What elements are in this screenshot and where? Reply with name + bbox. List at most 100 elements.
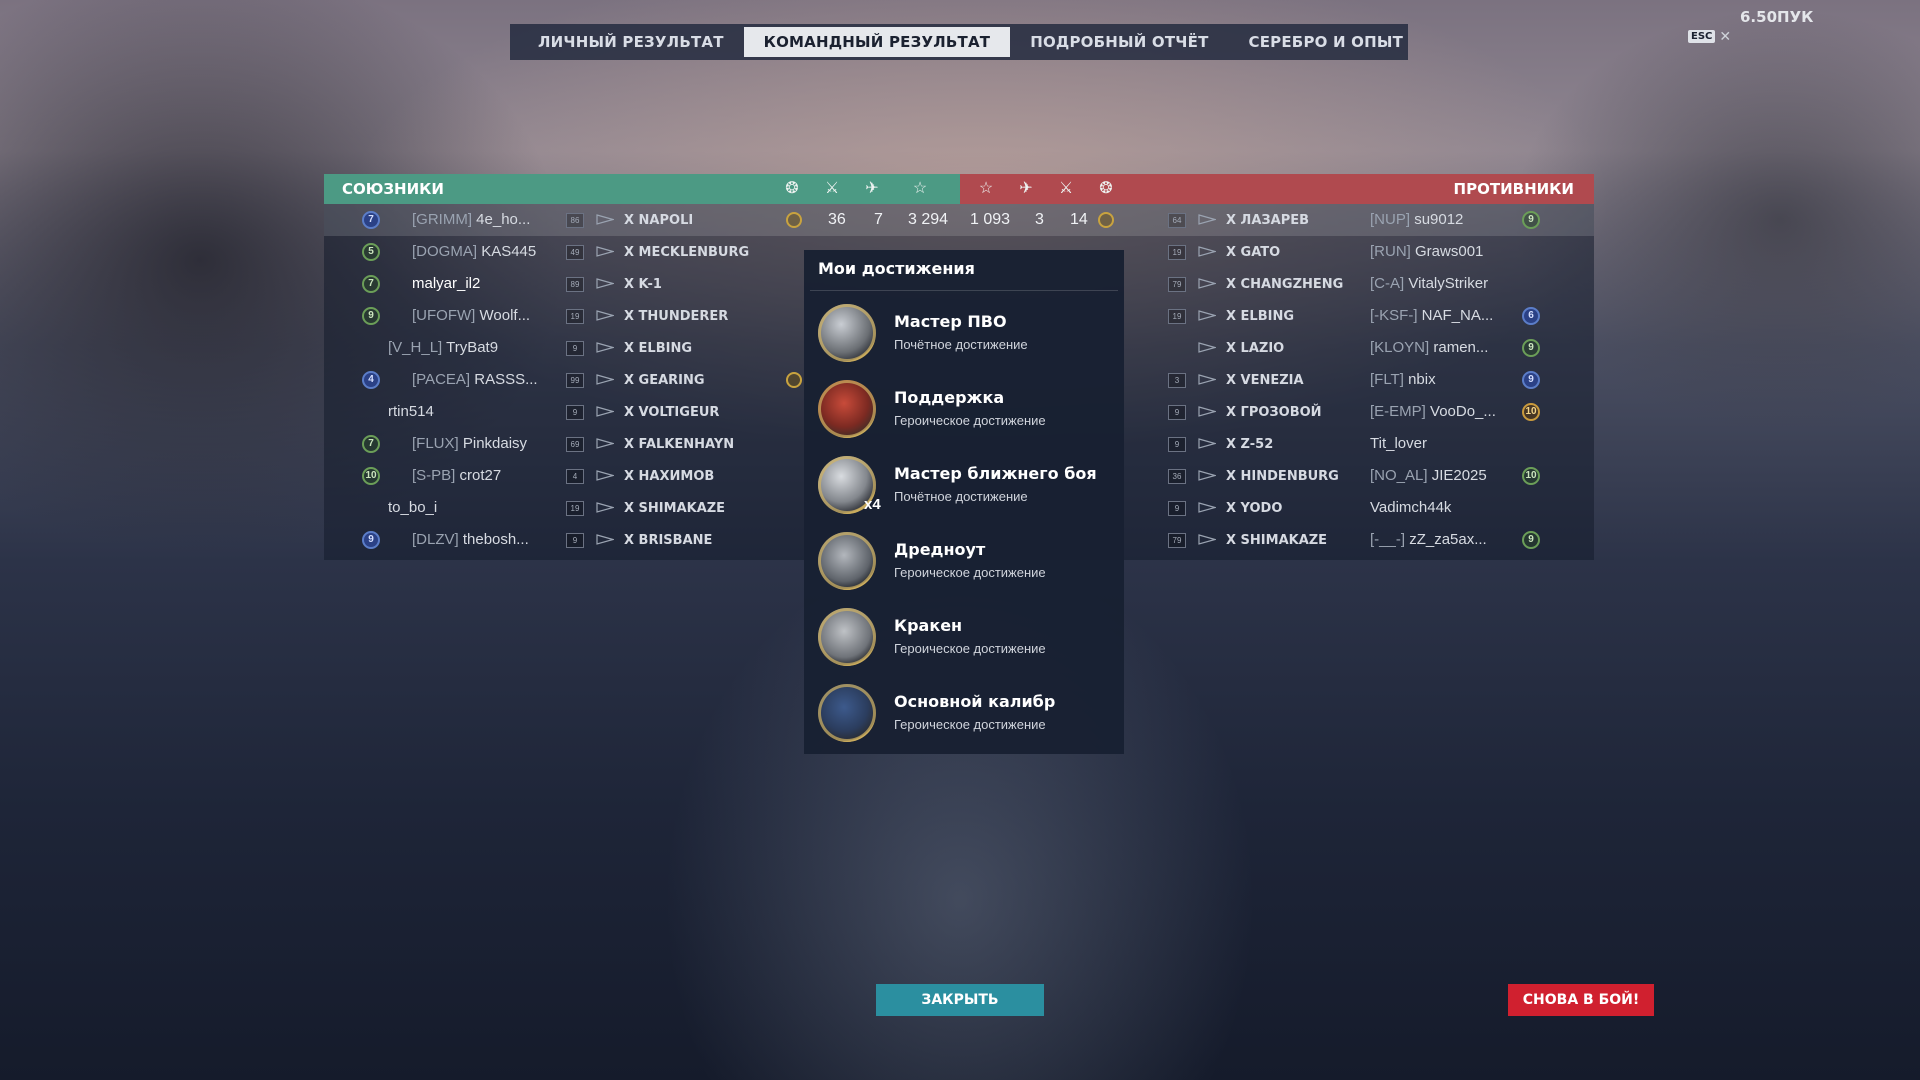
clan-tag: [V_H_L] — [388, 339, 443, 356]
ship-class-icon — [1198, 438, 1216, 449]
player-level-badge: 9 — [1168, 405, 1186, 420]
player-name[interactable]: [S-PB] crot27 — [412, 467, 501, 484]
star-icon[interactable]: ☆ — [976, 179, 996, 199]
plane-icon[interactable]: ✈ — [1016, 179, 1036, 199]
player-nickname: VooDo_... — [1430, 403, 1496, 420]
player-name[interactable]: [KLOYN] ramen... — [1370, 339, 1488, 356]
ship-name: X GATO — [1226, 245, 1281, 260]
player-name[interactable]: [GRIMM] 4e_ho... — [412, 211, 530, 228]
player-level-badge: 89 — [566, 277, 584, 292]
player-name[interactable]: [RUN] Graws001 — [1370, 243, 1483, 260]
crossed-swords-icon[interactable]: ⚔ — [1056, 179, 1076, 199]
clan-tag: [KLOYN] — [1370, 339, 1430, 356]
plane-icon[interactable]: ✈ — [862, 179, 882, 199]
player-nickname: nbix — [1408, 371, 1436, 388]
rank-badge: 4 — [362, 371, 380, 389]
player-name[interactable]: to_bo_i — [388, 499, 437, 516]
player-name[interactable]: Vadimch44k — [1370, 499, 1451, 516]
achievement-item[interactable]: Основной калибр Героическое достижение — [818, 682, 1118, 746]
allies-header: СОЮЗНИКИ ❂ ⚔ ✈ ☆ — [324, 174, 960, 204]
rank-badge: 5 — [362, 243, 380, 261]
player-name[interactable]: [E-EMP] VooDo_... — [1370, 403, 1496, 420]
achievement-type: Героическое достижение — [894, 717, 1046, 732]
rank-badge: 10 — [1522, 467, 1540, 485]
player-name[interactable]: malyar_il2 — [412, 275, 480, 292]
ship-name: X ГРОЗОВОЙ — [1226, 405, 1322, 420]
tab-credits-and-xp[interactable]: СЕРЕБРО И ОПЫТ — [1229, 27, 1424, 57]
star-icon[interactable]: ☆ — [910, 179, 930, 199]
achievement-item[interactable]: Поддержка Героическое достижение — [818, 378, 1118, 442]
player-name[interactable]: [NO_AL] JIE2025 — [1370, 467, 1487, 484]
achievement-name: Кракен — [894, 616, 963, 635]
achievement-count: x4 — [864, 496, 881, 513]
tab-personal-result[interactable]: ЛИЧНЫЙ РЕЗУЛЬТАТ — [518, 27, 744, 57]
player-name[interactable]: [FLUX] Pinkdaisy — [412, 435, 527, 452]
planes-value: 7 — [874, 211, 883, 228]
player-level-badge: 4 — [566, 469, 584, 484]
rank-badge: 7 — [362, 435, 380, 453]
ship-name: X CHANGZHENG — [1226, 277, 1344, 292]
achievement-item[interactable]: Мастер ПВО Почётное достижение — [818, 302, 1118, 366]
player-name[interactable]: rtin514 — [388, 403, 434, 420]
ship-class-icon — [1198, 310, 1216, 321]
player-level-badge: 3 — [1168, 373, 1186, 388]
battle-again-button[interactable]: СНОВА В БОЙ! — [1508, 984, 1654, 1016]
player-name[interactable]: [PACEA] RASSS... — [412, 371, 538, 388]
crossed-swords-icon[interactable]: ⚔ — [822, 179, 842, 199]
player-name[interactable]: [-__-] zZ_za5ax... — [1370, 531, 1487, 548]
ship-class-icon — [596, 470, 614, 481]
player-nickname: 4e_ho... — [476, 211, 531, 228]
rank-badge: 9 — [1522, 211, 1540, 229]
player-nickname: VitalyStriker — [1408, 275, 1489, 292]
rank-badge: 10 — [1522, 403, 1540, 421]
ship-name: X MECKLENBURG — [624, 245, 750, 260]
clan-tag: [UFOFW] — [412, 307, 476, 324]
achievement-name: Мастер ближнего боя — [894, 464, 1097, 483]
ship-name: X BRISBANE — [624, 533, 713, 548]
player-nickname: Graws001 — [1415, 243, 1484, 260]
player-level-badge: 79 — [1168, 277, 1186, 292]
esc-close[interactable]: ESC ✕ — [1688, 28, 1731, 45]
achievement-item[interactable]: Кракен Героическое достижение — [818, 606, 1118, 670]
ship-name: X Z-52 — [1226, 437, 1274, 452]
clan-tag: [NUP] — [1370, 211, 1411, 228]
ship-class-icon — [596, 374, 614, 385]
achievement-name: Мастер ПВО — [894, 312, 1007, 331]
rank-badge: 7 — [362, 275, 380, 293]
player-name[interactable]: Tit_lover — [1370, 435, 1427, 452]
tab-detailed-report[interactable]: ПОДРОБНЫЙ ОТЧЁТ — [1010, 27, 1228, 57]
tab-team-result[interactable]: КОМАНДНЫЙ РЕЗУЛЬТАТ — [743, 27, 1011, 57]
esc-key-label: ESC — [1688, 30, 1716, 43]
player-name[interactable]: [V_H_L] TryBat9 — [388, 339, 498, 356]
player-level-badge: 19 — [566, 501, 584, 516]
player-level-badge: 19 — [1168, 309, 1186, 324]
rank-badge: 9 — [1522, 371, 1540, 389]
rank-badge: 9 — [362, 531, 380, 549]
player-nickname: su9012 — [1414, 211, 1464, 228]
wreath-icon[interactable]: ❂ — [782, 179, 802, 199]
player-level-badge: 9 — [1168, 437, 1186, 452]
player-name[interactable]: [FLT] nbix — [1370, 371, 1436, 388]
aa-gun-medal-icon — [818, 304, 876, 362]
player-name[interactable]: [NUP] su9012 — [1370, 211, 1463, 228]
player-level-badge: 69 — [566, 437, 584, 452]
close-icon[interactable]: ✕ — [1719, 28, 1731, 45]
player-name[interactable]: [UFOFW] Woolf... — [412, 307, 530, 324]
player-nickname: TryBat9 — [446, 339, 499, 356]
ship-name: X НАХИМОВ — [624, 469, 715, 484]
clan-tag: [-KSF-] — [1370, 307, 1418, 324]
wreath-icon[interactable]: ❂ — [1096, 179, 1116, 199]
player-name[interactable]: [C-A] VitalyStriker — [1370, 275, 1488, 292]
player-level-badge: 19 — [566, 309, 584, 324]
achievement-item[interactable]: Дредноут Героическое достижение — [818, 530, 1118, 594]
player-name[interactable]: [-KSF-] NAF_NA... — [1370, 307, 1493, 324]
top-right-label: 6.50ПУК — [1740, 8, 1814, 26]
player-nickname: JIE2025 — [1431, 467, 1487, 484]
player-level-badge: 86 — [566, 213, 584, 228]
player-name[interactable]: [DOGMA] KAS445 — [412, 243, 536, 260]
ship-class-icon — [596, 246, 614, 257]
achievement-item[interactable]: Мастер ближнего боя Почётное достижение x4 — [818, 454, 1118, 518]
player-name[interactable]: [DLZV] thebosh... — [412, 531, 529, 548]
rank-badge: 9 — [362, 307, 380, 325]
close-button[interactable]: ЗАКРЫТЬ — [876, 984, 1044, 1016]
